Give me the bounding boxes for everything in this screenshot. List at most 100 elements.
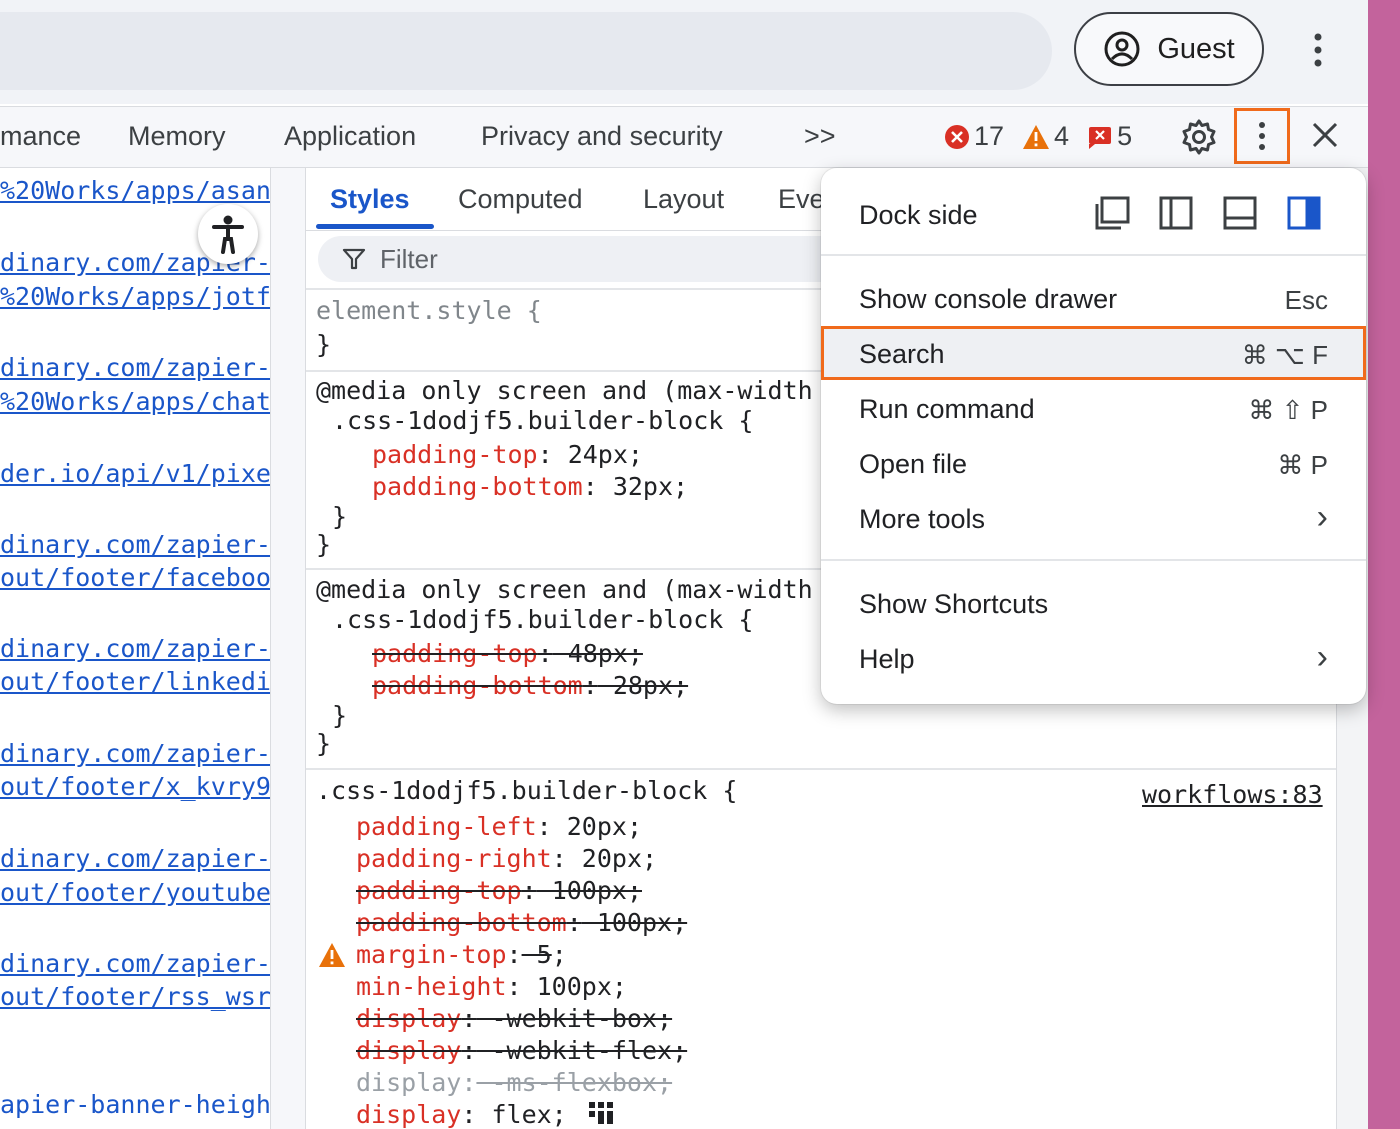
source-link[interactable]: %20Works/apps/jotf: [0, 282, 270, 311]
pane-divider[interactable]: [270, 168, 306, 1129]
css-declaration-overridden[interactable]: padding-bottom: 100px;: [356, 908, 687, 937]
accessibility-person-icon: [212, 215, 244, 254]
dock-bottom-icon[interactable]: [1221, 194, 1259, 232]
tab-styles[interactable]: Styles: [330, 184, 410, 215]
active-tab-indicator: [316, 224, 434, 229]
styles-filter-input[interactable]: Filter: [318, 236, 858, 282]
tab-privacy-security[interactable]: Privacy and security: [481, 121, 723, 152]
css-declaration[interactable]: padding-right: 20px;: [356, 844, 657, 873]
css-declaration-overridden[interactable]: padding-top: 48px;: [372, 639, 643, 668]
source-line: apier-banner-heigh: [0, 1090, 270, 1119]
shortcut-show-console-drawer: Esc: [1284, 285, 1328, 315]
vertical-dots-icon: [1259, 122, 1265, 150]
menu-item-show-console-drawer[interactable]: Show console drawer: [859, 284, 1117, 315]
property-value: flex;: [476, 1100, 567, 1129]
issue-flag-icon: [1089, 126, 1112, 149]
shortcut-open-file: ⌘ P: [1277, 450, 1328, 480]
css-declaration[interactable]: display: flex;: [356, 1100, 567, 1129]
property-name: display: [356, 1100, 462, 1129]
menu-item-show-shortcuts[interactable]: Show Shortcuts: [859, 589, 1048, 620]
error-count: 17: [974, 121, 1005, 151]
source-link[interactable]: out/footer/youtube: [0, 878, 270, 907]
tab-layout[interactable]: Layout: [643, 184, 724, 215]
devtools-menu-button[interactable]: [1234, 108, 1290, 164]
flexbox-editor-icon[interactable]: [588, 1100, 614, 1126]
issue-counters[interactable]: 17 4 5: [944, 121, 1144, 152]
close-brace: }: [316, 729, 332, 758]
media-query[interactable]: @media only screen and (max-width: [316, 575, 813, 604]
rule-selector[interactable]: .css-1dodjf5.builder-block {: [332, 406, 753, 435]
source-link[interactable]: dinary.com/zapier-: [0, 739, 270, 768]
property-name: padding-bottom: [356, 908, 567, 937]
menu-item-help[interactable]: Help: [859, 644, 915, 675]
source-link[interactable]: out/footer/x_kvry9: [0, 772, 270, 801]
shortcut-run-command: ⌘ ⇧ P: [1248, 395, 1328, 425]
issues-counter[interactable]: 5: [1087, 121, 1132, 152]
element-style-selector[interactable]: element.style {: [316, 296, 542, 325]
menu-item-open-file[interactable]: Open file: [859, 449, 967, 480]
error-counter[interactable]: 17: [944, 121, 1004, 152]
css-declaration-overridden[interactable]: padding-top: 100px;: [356, 876, 642, 905]
invalid-value-warning-icon[interactable]: [318, 942, 346, 968]
source-link[interactable]: dinary.com/zapier-: [0, 634, 270, 663]
filter-placeholder: Filter: [380, 243, 438, 274]
menu-item-more-tools[interactable]: More tools: [859, 504, 985, 535]
tab-event-listeners[interactable]: Eve: [778, 184, 825, 215]
address-bar[interactable]: [0, 12, 1052, 90]
browser-menu-icon[interactable]: [1300, 30, 1336, 70]
dock-left-icon[interactable]: [1157, 194, 1195, 232]
property-name: margin-top: [356, 940, 507, 969]
css-declaration[interactable]: min-height: 100px;: [356, 972, 627, 1001]
property-value: 5: [521, 940, 552, 969]
devtools-tab-bar: mance Memory Application Privacy and sec…: [0, 106, 1368, 168]
close-icon[interactable]: [1310, 120, 1340, 150]
menu-item-run-command[interactable]: Run command: [859, 394, 1035, 425]
source-link[interactable]: dinary.com/zapier-: [0, 530, 270, 559]
stylesheet-source-link[interactable]: workflows:83: [1142, 780, 1323, 809]
menu-item-search[interactable]: Search: [859, 339, 945, 370]
source-link[interactable]: out/footer/faceboo: [0, 563, 270, 592]
css-declaration-inactive[interactable]: display: -ms-flexbox;: [356, 1068, 672, 1097]
source-link[interactable]: dinary.com/zapier-: [0, 949, 270, 978]
property-name: padding-top: [356, 876, 522, 905]
css-declaration[interactable]: padding-top: 24px;: [372, 440, 643, 469]
property-name: padding-top: [372, 639, 538, 668]
media-query[interactable]: @media only screen and (max-width: [316, 376, 813, 405]
source-link[interactable]: out/footer/linkedi: [0, 667, 270, 696]
accessibility-button[interactable]: [198, 204, 258, 264]
tab-computed[interactable]: Computed: [458, 184, 583, 215]
source-link[interactable]: out/footer/rss_wsr: [0, 982, 270, 1011]
property-value: 20px;: [566, 844, 658, 873]
property-value: -webkit-flex;: [476, 1036, 688, 1065]
css-declaration[interactable]: padding-bottom: 32px;: [372, 472, 688, 501]
source-link[interactable]: der.io/api/v1/pixe: [0, 459, 270, 488]
property-value: 48px;: [552, 639, 643, 668]
css-declaration-invalid[interactable]: margin-top: 5;: [356, 940, 567, 969]
tab-performance[interactable]: mance: [0, 121, 81, 152]
property-name: padding-bottom: [372, 472, 583, 501]
property-value: 28px;: [597, 671, 689, 700]
css-declaration-overridden[interactable]: display: -webkit-flex;: [356, 1036, 687, 1065]
css-declaration[interactable]: padding-left: 20px;: [356, 812, 642, 841]
warning-counter[interactable]: 4: [1022, 121, 1069, 152]
source-link[interactable]: %20Works/apps/asan: [0, 176, 270, 205]
property-value: 100px;: [521, 972, 627, 1001]
tab-memory[interactable]: Memory: [128, 121, 226, 152]
error-icon: [945, 124, 969, 149]
source-link[interactable]: dinary.com/zapier-: [0, 353, 270, 382]
source-link[interactable]: %20Works/apps/chat: [0, 387, 270, 416]
more-tabs-icon[interactable]: >>: [804, 121, 836, 152]
chevron-right-icon: ›: [1316, 638, 1328, 676]
rule-selector[interactable]: .css-1dodjf5.builder-block {: [316, 776, 737, 805]
property-name: padding-left: [356, 812, 537, 841]
guest-profile-button[interactable]: Guest: [1074, 12, 1264, 86]
css-declaration-overridden[interactable]: padding-bottom: 28px;: [372, 671, 688, 700]
dock-right-icon[interactable]: [1285, 194, 1323, 232]
settings-gear-icon[interactable]: [1180, 118, 1218, 156]
css-declaration-overridden[interactable]: display: -webkit-box;: [356, 1004, 672, 1033]
tab-application[interactable]: Application: [284, 121, 416, 152]
undock-icon[interactable]: [1093, 194, 1131, 232]
source-link[interactable]: dinary.com/zapier-: [0, 844, 270, 873]
close-brace: }: [316, 530, 332, 559]
rule-selector[interactable]: .css-1dodjf5.builder-block {: [332, 605, 753, 634]
